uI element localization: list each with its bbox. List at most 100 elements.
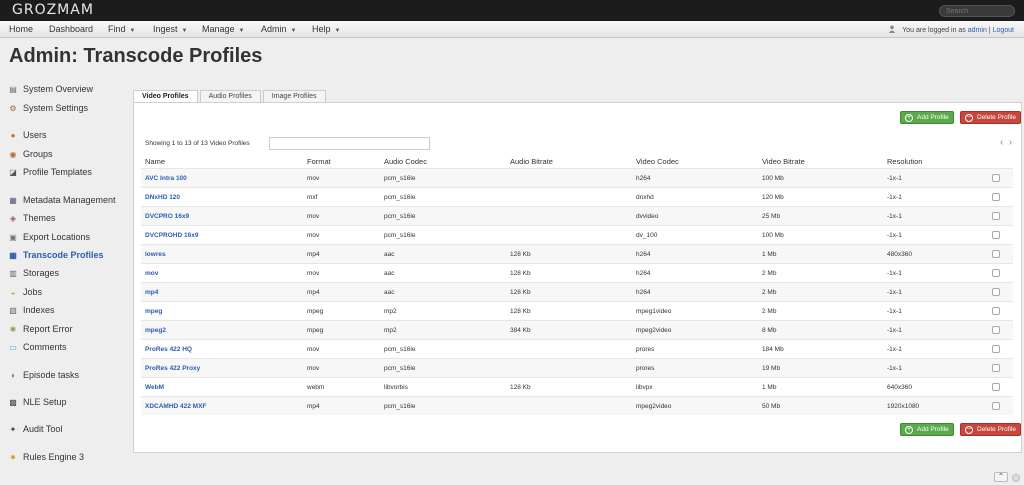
cell-audio-codec: aac	[384, 289, 395, 296]
indexes-icon: ▧	[9, 305, 17, 315]
add-profile-button-top[interactable]: + Add Profile	[900, 111, 954, 124]
column-header-audio-codec[interactable]: Audio Codec	[384, 157, 427, 166]
cell-profile-name[interactable]: ProRes 422 Proxy	[145, 365, 200, 372]
row-select-checkbox[interactable]	[992, 364, 1000, 372]
column-header-video-bitrate[interactable]: Video Bitrate	[762, 157, 805, 166]
row-select-checkbox[interactable]	[992, 269, 1000, 277]
menu-item-home[interactable]: Home	[9, 24, 33, 34]
plus-icon: +	[905, 425, 913, 434]
search-input[interactable]	[939, 5, 1015, 17]
cell-profile-name[interactable]: mpeg	[145, 308, 162, 315]
logout-link[interactable]: Logout	[993, 27, 1014, 34]
sidebar-item-profile-templates[interactable]: ◪ Profile Templates	[8, 165, 92, 179]
prev-page-icon[interactable]: ‹	[1000, 137, 1003, 148]
row-select-checkbox[interactable]	[992, 174, 1000, 182]
cell-profile-name[interactable]: WebM	[145, 384, 164, 391]
row-select-checkbox[interactable]	[992, 212, 1000, 220]
menu-item-ingest[interactable]: Ingest ▼	[153, 24, 187, 34]
row-select-checkbox[interactable]	[992, 383, 1000, 391]
cell-profile-name[interactable]: lowres	[145, 251, 166, 258]
nle-icon: ▩	[9, 397, 17, 407]
cell-profile-name[interactable]: DVCPRO 16x9	[145, 213, 189, 220]
sidebar-item-label: Users	[23, 130, 47, 140]
sidebar-item-label: Audit Tool	[23, 424, 63, 434]
cell-video-bitrate: 2 Mb	[762, 308, 777, 315]
username-link[interactable]: admin	[968, 27, 987, 34]
column-header-name[interactable]: Name	[145, 157, 165, 166]
sidebar-item-system-overview[interactable]: ▤ System Overview	[8, 82, 93, 96]
cell-resolution: 480x360	[887, 251, 912, 258]
row-select-checkbox[interactable]	[992, 231, 1000, 239]
cell-audio-codec: pcm_s16le	[384, 403, 416, 410]
sidebar-item-storages[interactable]: ▥ Storages	[8, 266, 59, 280]
profile-icon: ◪	[9, 167, 17, 177]
sidebar-item-audit-tool[interactable]: ✦ Audit Tool	[8, 422, 63, 436]
cell-profile-name[interactable]: ProRes 422 HQ	[145, 346, 192, 353]
sidebar-item-system-settings[interactable]: ⚙ System Settings	[8, 101, 88, 115]
sidebar-item-report-error[interactable]: ✱ Report Error	[8, 322, 73, 336]
cell-video-bitrate: 184 Mb	[762, 346, 784, 353]
audit-icon: ✦	[9, 424, 17, 434]
delete-profile-button-bottom[interactable]: − Delete Profile	[960, 423, 1022, 436]
next-page-icon[interactable]: ›	[1009, 137, 1012, 148]
pager: ‹ ›	[1000, 137, 1012, 148]
sidebar-item-comments[interactable]: ▭ Comments	[8, 340, 66, 354]
sidebar-item-users[interactable]: ● Users	[8, 128, 47, 142]
sidebar-item-jobs[interactable]: ◒ Jobs	[8, 285, 42, 299]
cell-profile-name[interactable]: mpeg2	[145, 327, 166, 334]
sidebar-item-label: Indexes	[23, 305, 55, 315]
row-select-checkbox[interactable]	[992, 402, 1000, 410]
delete-profile-label: Delete Profile	[977, 426, 1017, 433]
cell-profile-name[interactable]: DNxHD 120	[145, 194, 180, 201]
row-select-checkbox[interactable]	[992, 288, 1000, 296]
filter-input[interactable]	[269, 137, 430, 150]
column-header-format[interactable]: Format	[307, 157, 331, 166]
menu-item-dashboard[interactable]: Dashboard	[49, 24, 93, 34]
cell-resolution: -1x-1	[887, 270, 902, 277]
sidebar-item-rules-engine-3[interactable]: ✷ Rules Engine 3	[8, 450, 84, 464]
menu-item-label: Admin	[261, 24, 287, 34]
sidebar-item-label: Episode tasks	[23, 370, 80, 380]
menu-item-find[interactable]: Find ▼	[108, 24, 135, 34]
cell-video-codec: dv_100	[636, 232, 658, 239]
menu-item-admin[interactable]: Admin ▼	[261, 24, 296, 34]
cell-profile-name[interactable]: mov	[145, 270, 158, 277]
sidebar-item-metadata-management[interactable]: ▦ Metadata Management	[8, 193, 115, 207]
row-select-checkbox[interactable]	[992, 307, 1000, 315]
login-prefix: You are logged in as	[902, 27, 966, 34]
sidebar-item-episode-tasks[interactable]: ◗ Episode tasks	[8, 368, 79, 382]
column-header-video-codec[interactable]: Video Codec	[636, 157, 679, 166]
app-logo[interactable]: GROZMAM	[12, 2, 94, 18]
plus-icon: +	[905, 113, 913, 122]
cell-video-codec: prores	[636, 365, 655, 372]
cell-profile-name[interactable]: AVC Intra 100	[145, 175, 187, 182]
sidebar-item-export-locations[interactable]: ▣ Export Locations	[8, 230, 90, 244]
row-select-checkbox[interactable]	[992, 193, 1000, 201]
export-icon: ▣	[9, 232, 17, 242]
row-select-checkbox[interactable]	[992, 326, 1000, 334]
sidebar-item-groups[interactable]: ◉ Groups	[8, 147, 53, 161]
scroll-indicator[interactable]	[1012, 474, 1020, 482]
sidebar-item-themes[interactable]: ◈ Themes	[8, 211, 56, 225]
cell-video-codec: mpeg1video	[636, 308, 672, 315]
column-header-resolution[interactable]: Resolution	[887, 157, 922, 166]
sidebar-item-nle-setup[interactable]: ▩ NLE Setup	[8, 395, 66, 409]
row-select-checkbox[interactable]	[992, 345, 1000, 353]
sidebar-item-transcode-profiles[interactable]: ▦ Transcode Profiles	[8, 248, 103, 262]
add-profile-button-bottom[interactable]: + Add Profile	[900, 423, 954, 436]
cell-profile-name[interactable]: XDCAMHD 422 MXF	[145, 403, 206, 410]
cell-format: mpeg	[307, 308, 324, 315]
cell-video-codec: dvvideo	[636, 213, 659, 220]
cell-format: webm	[307, 384, 325, 391]
menu-item-manage[interactable]: Manage ▼	[202, 24, 244, 34]
menu-item-help[interactable]: Help ▼	[312, 24, 340, 34]
scroll-up-button[interactable]: ⌃	[994, 472, 1008, 482]
caret-down-icon: ▼	[334, 28, 341, 34]
row-select-checkbox[interactable]	[992, 250, 1000, 258]
delete-profile-button-top[interactable]: − Delete Profile	[960, 111, 1022, 124]
cell-profile-name[interactable]: DVCPROHD 16x9	[145, 232, 198, 239]
cell-format: mpeg	[307, 327, 324, 334]
sidebar-item-indexes[interactable]: ▧ Indexes	[8, 303, 55, 317]
column-header-audio-bitrate[interactable]: Audio Bitrate	[510, 157, 553, 166]
cell-profile-name[interactable]: mp4	[145, 289, 158, 296]
